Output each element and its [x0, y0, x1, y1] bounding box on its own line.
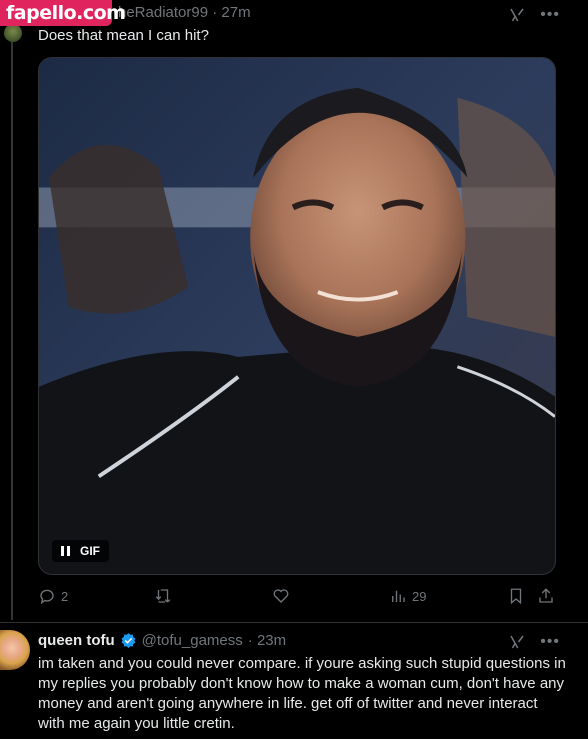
tweet-header[interactable]: heRadiator99 · 27m: [118, 4, 251, 21]
tweet-corner-actions: •••: [508, 633, 560, 651]
tweet-text: Does that mean I can hit?: [38, 27, 209, 44]
reply-icon: [40, 589, 54, 605]
views-icon: [392, 590, 405, 602]
display-name[interactable]: queen tofu: [38, 632, 115, 649]
gif-frame-image: [39, 58, 555, 574]
like-icon: [273, 589, 289, 603]
tweet-divider: [0, 622, 588, 623]
views-button[interactable]: 29: [389, 587, 426, 605]
verified-icon: [121, 633, 135, 648]
watermark-logo: fapello.com: [0, 0, 126, 26]
thread-line: [11, 40, 13, 620]
reply-count: 2: [61, 588, 69, 604]
more-icon[interactable]: •••: [540, 633, 560, 651]
more-icon[interactable]: •••: [540, 6, 560, 24]
tweet-action-bar: 2 29: [38, 587, 558, 609]
views-count: 29: [412, 588, 427, 604]
share-icon: [539, 588, 553, 603]
share-button[interactable]: [537, 587, 555, 605]
avatar[interactable]: [4, 24, 22, 42]
tweet-timestamp[interactable]: · 23m: [248, 632, 286, 649]
tweet-corner-actions: •••: [508, 6, 560, 24]
grok-icon[interactable]: [508, 633, 526, 651]
avatar[interactable]: [0, 630, 30, 670]
retweet-button[interactable]: [154, 587, 172, 605]
retweet-icon: [155, 589, 171, 603]
bookmark-button[interactable]: [507, 587, 525, 605]
gif-label: GIF: [80, 544, 100, 558]
user-handle[interactable]: @tofu_gamess: [142, 632, 243, 649]
gif-badge[interactable]: GIF: [52, 540, 109, 562]
reply-button[interactable]: 2: [38, 587, 68, 605]
tweet-text: im taken and you could never compare. if…: [38, 655, 566, 732]
tweet-header: queen tofu @tofu_gamess · 23m: [38, 632, 286, 649]
tweet-media-gif[interactable]: GIF: [38, 57, 556, 575]
bookmark-icon: [510, 588, 522, 605]
pause-icon[interactable]: [61, 546, 70, 556]
like-button[interactable]: [272, 587, 290, 605]
grok-icon[interactable]: [508, 6, 526, 24]
